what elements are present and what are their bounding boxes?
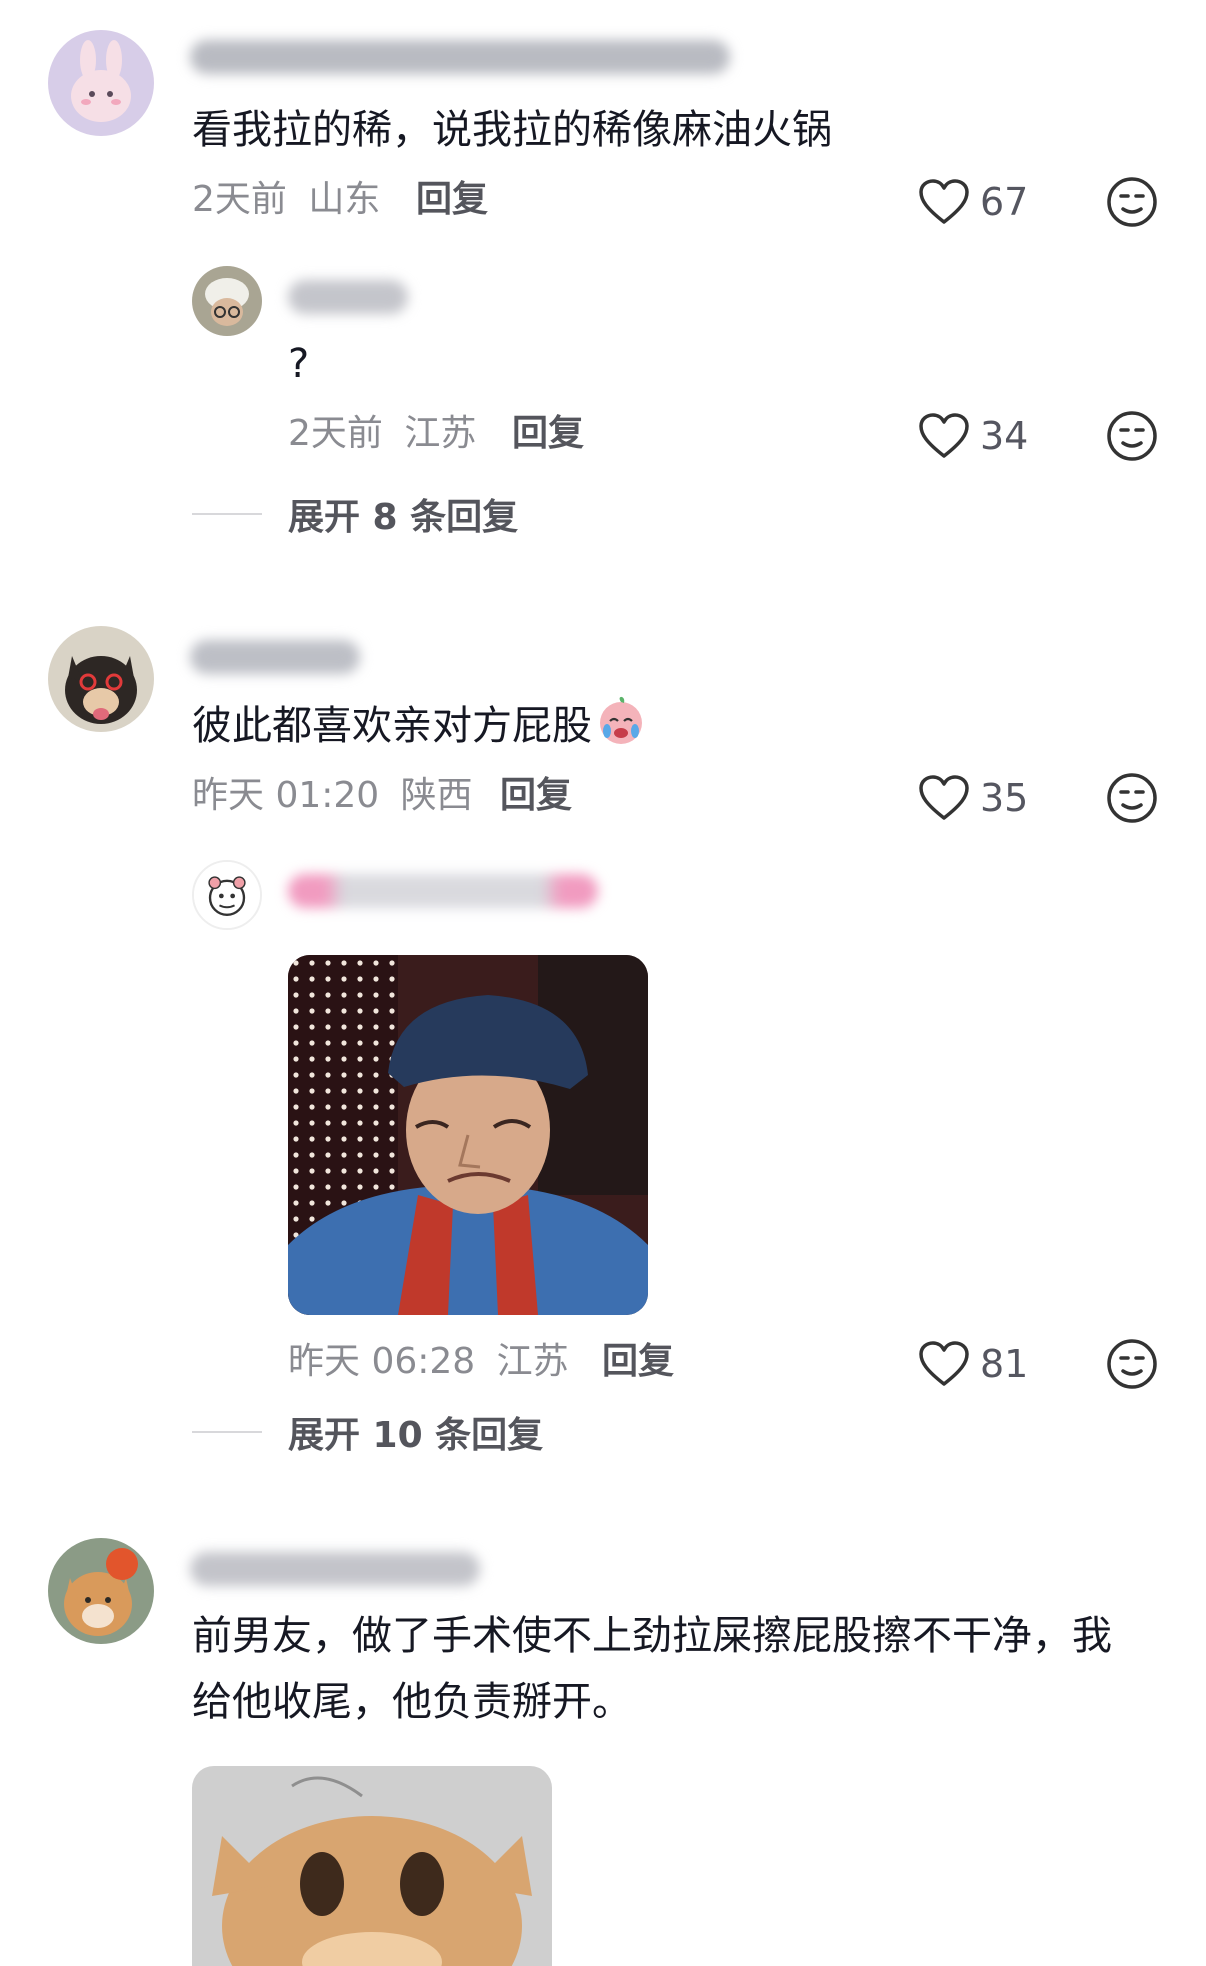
username-blurred[interactable] [288,874,598,908]
neutral-face-icon [1107,177,1157,227]
dislike-button[interactable] [1106,1338,1158,1390]
reply-button[interactable]: 回复 [602,1338,674,1386]
comment-text: 看我拉的稀，说我拉的稀像麻油火锅 [192,107,832,153]
comment-time: 2天前 山东 [192,176,380,224]
comment-text-body: 彼此都喜欢亲对方屁股 [192,703,592,749]
reply-time: 2天前 江苏 [288,410,476,458]
dislike-button[interactable] [1106,772,1158,824]
comment-location: 陕西 [400,775,473,816]
dislike-button[interactable] [1106,176,1158,228]
avatar[interactable] [192,860,262,930]
username-blurred[interactable] [190,1552,480,1586]
reply-button[interactable]: 回复 [500,772,572,820]
comment-date: 2天前 [192,179,287,220]
neutral-face-icon [1107,773,1157,823]
username-blurred[interactable] [190,640,360,674]
divider [192,513,262,515]
like-button[interactable]: 34 [918,412,1028,460]
reply-text: ? [288,341,310,387]
like-count: 35 [980,776,1029,820]
reply-date: 2天前 [288,413,383,454]
comment-location: 山东 [308,179,381,220]
heart-outline-icon [919,179,969,224]
username-blurred[interactable] [288,280,408,314]
like-button[interactable]: 67 [918,178,1028,226]
avatar[interactable] [192,266,262,336]
like-button[interactable]: 81 [918,1340,1028,1388]
heart-outline-icon [919,775,969,820]
reply-location: 江苏 [496,1341,569,1382]
crying-baby-emoji [600,696,642,744]
expand-replies-button[interactable]: 展开 8 条回复 [192,490,518,538]
neutral-face-icon [1107,1339,1157,1389]
reply-date: 昨天 06:28 [288,1341,476,1382]
neutral-face-icon [1107,411,1157,461]
comment-text: 前男友，做了手术使不上劲拉屎擦屁股擦不干净，我 [192,1613,1112,1659]
expand-replies-label: 展开 8 条回复 [288,497,519,538]
avatar[interactable] [48,626,154,732]
reply-button[interactable]: 回复 [416,176,488,224]
avatar[interactable] [48,1538,154,1644]
username-blurred[interactable] [190,40,730,74]
heart-outline-icon [919,1341,969,1386]
comment-text: 给他收尾，他负责掰开。 [192,1679,632,1725]
expand-replies-label: 展开 10 条回复 [288,1415,544,1456]
dislike-button[interactable] [1106,410,1158,462]
comment-time: 昨天 01:20 陕西 [192,772,473,820]
comment-sticker-image[interactable] [192,1766,552,1966]
heart-outline-icon [919,413,969,458]
reply-location: 江苏 [404,413,477,454]
comment-date: 昨天 01:20 [192,775,380,816]
avatar[interactable] [48,30,154,136]
like-button[interactable]: 35 [918,774,1028,822]
reply-sticker-image[interactable] [288,955,648,1315]
like-count: 67 [980,180,1029,224]
expand-replies-button[interactable]: 展开 10 条回复 [192,1408,543,1456]
reply-button[interactable]: 回复 [512,410,584,458]
like-count: 81 [980,1342,1029,1386]
comment-text: 彼此都喜欢亲对方屁股 [192,692,648,760]
reply-time: 昨天 06:28 江苏 [288,1338,569,1386]
like-count: 34 [980,414,1029,458]
divider [192,1431,262,1433]
